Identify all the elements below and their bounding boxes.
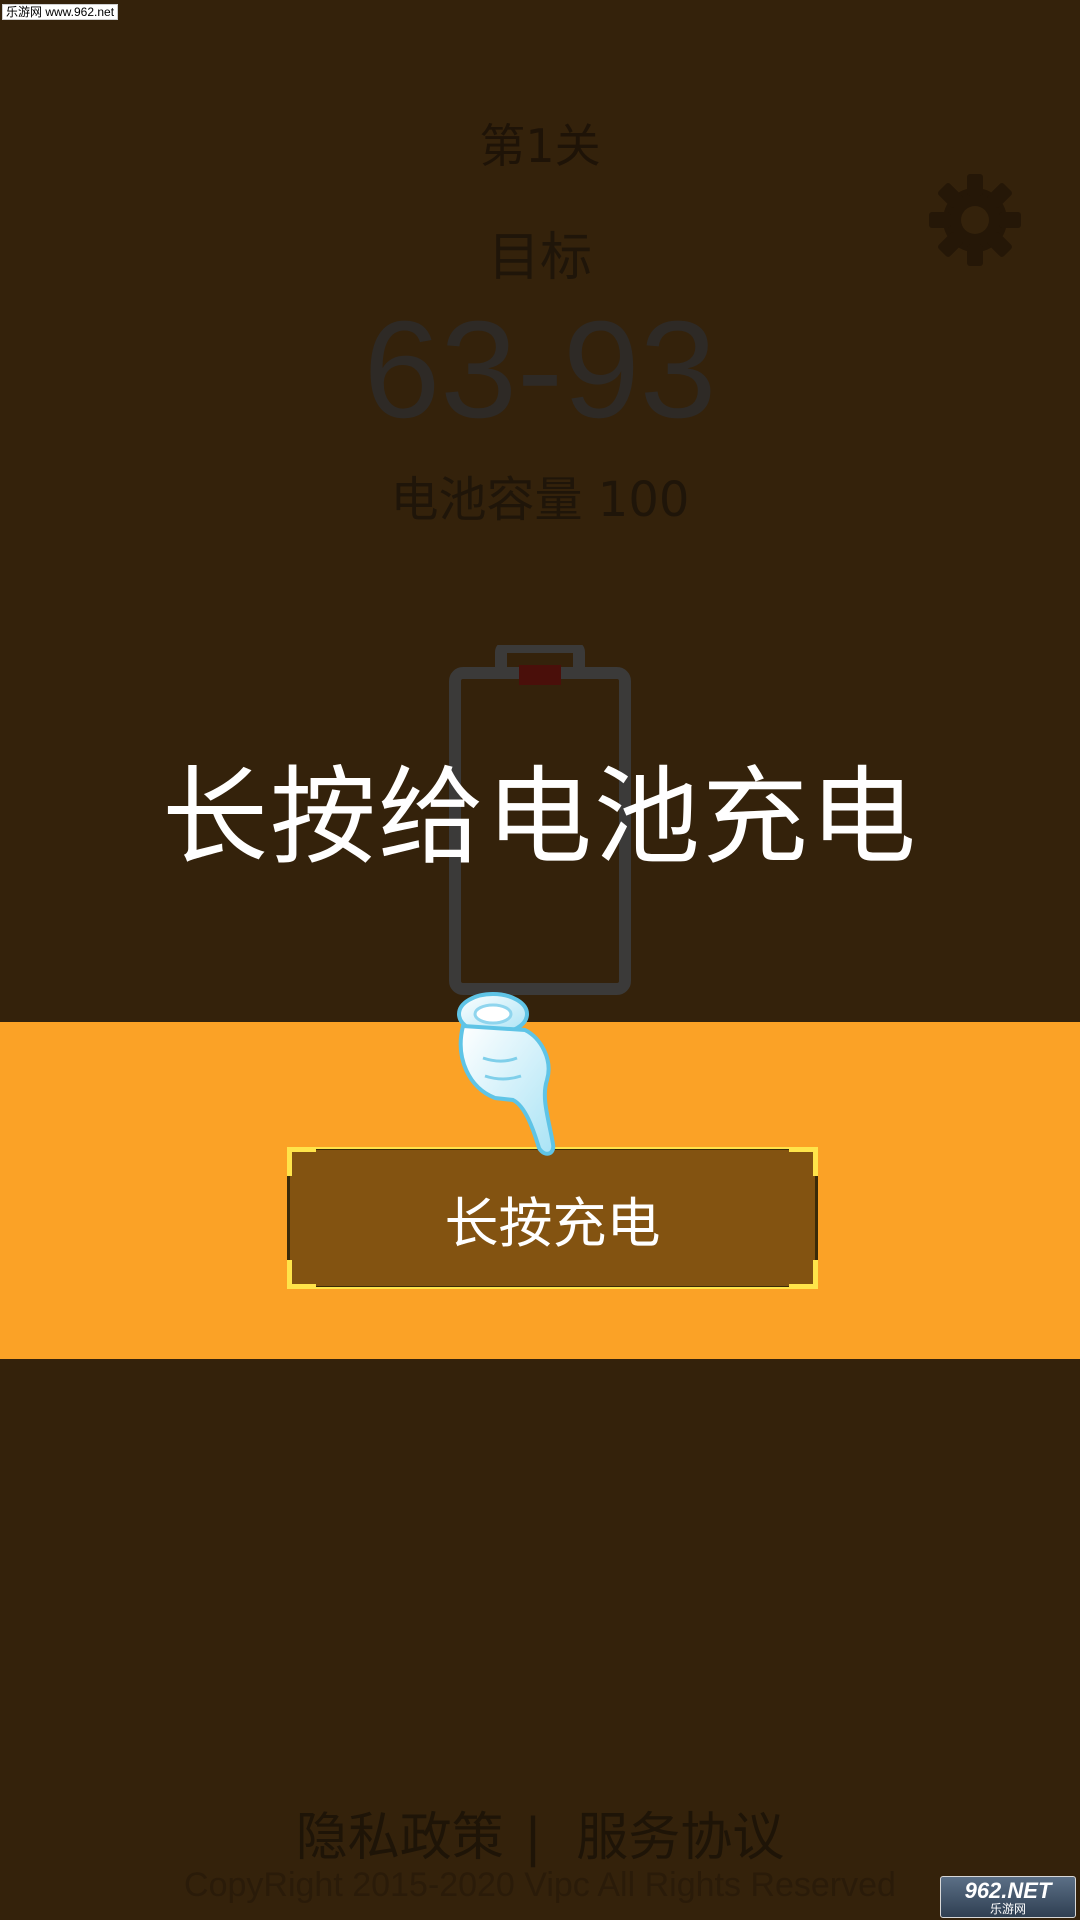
footer-links: 隐私政策 | 服务协议 bbox=[0, 1795, 1080, 1870]
copyright-text: CopyRight 2015-2020 Vipc All Rights Rese… bbox=[184, 1866, 896, 1904]
charge-instruction: 长按给电池充电 bbox=[162, 756, 918, 879]
site-logo-title: 962.NET bbox=[964, 1877, 1052, 1903]
button-frame-edge bbox=[310, 1287, 795, 1289]
battery-capacity: 电池容量 100 bbox=[390, 472, 690, 528]
button-frame-corner bbox=[287, 1147, 316, 1176]
hold-charge-label: 长按充电 bbox=[444, 1191, 661, 1255]
level-title: 第1关 bbox=[479, 119, 601, 173]
button-frame-corner bbox=[789, 1147, 818, 1176]
pointing-hand-icon bbox=[457, 992, 556, 1156]
privacy-policy-link[interactable]: 隐私政策 bbox=[296, 1795, 504, 1870]
gear-icon[interactable] bbox=[925, 170, 1025, 270]
button-frame-corner bbox=[287, 1260, 316, 1289]
target-label: 目标 bbox=[487, 228, 592, 288]
site-logo-subtitle: 乐游网 bbox=[989, 1901, 1026, 1916]
hold-charge-button[interactable]: 长按充电 bbox=[287, 1147, 818, 1289]
target-range: 63-93 bbox=[363, 293, 717, 447]
footer-separator: | bbox=[524, 1808, 542, 1868]
terms-of-service-link[interactable]: 服务协议 bbox=[576, 1795, 784, 1870]
site-logo: 962.NET 乐游网 bbox=[940, 1876, 1076, 1918]
watermark-text: 乐游网 www.962.net bbox=[2, 4, 119, 20]
button-frame-corner bbox=[789, 1260, 818, 1289]
